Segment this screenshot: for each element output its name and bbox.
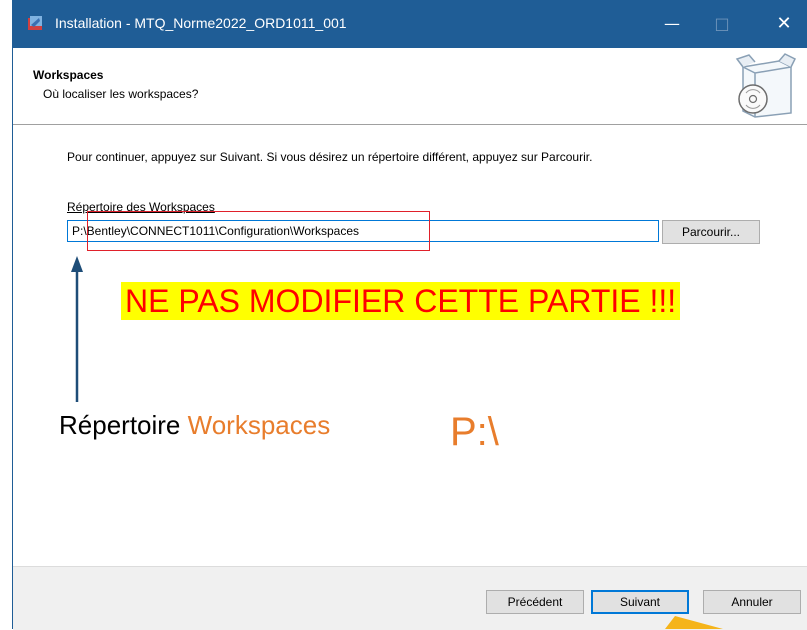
window-title: Installation - MTQ_Norme2022_ORD1011_001 — [55, 15, 347, 31]
annotation-label-highlight: Workspaces — [187, 410, 331, 440]
maximize-button[interactable]: □ — [699, 0, 745, 48]
directory-annotation: Répertoire Workspaces — [59, 410, 330, 441]
page-subtitle: Où localiser les workspaces? — [43, 87, 199, 101]
header-separator — [13, 124, 807, 125]
warning-annotation: NE PAS MODIFIER CETTE PARTIE !!! — [121, 282, 681, 320]
install-box-icon — [735, 53, 797, 118]
app-icon — [28, 16, 42, 30]
highlight-frame — [87, 211, 430, 251]
close-button[interactable]: ✕ — [761, 0, 807, 48]
previous-button[interactable]: Précédent — [486, 590, 584, 614]
title-bar[interactable]: Installation - MTQ_Norme2022_ORD1011_001… — [13, 0, 807, 48]
browse-button[interactable]: Parcourir... — [662, 220, 760, 244]
minimize-button[interactable]: — — [649, 0, 695, 48]
instruction-text: Pour continuer, appuyez sur Suivant. Si … — [67, 150, 593, 164]
next-button[interactable]: Suivant — [591, 590, 689, 614]
annotation-label-prefix: Répertoire — [59, 410, 181, 440]
drive-annotation: P:\ — [450, 410, 499, 454]
page-title: Workspaces — [33, 68, 104, 82]
wizard-header: Workspaces Où localiser les workspaces? — [13, 48, 807, 124]
cancel-button[interactable]: Annuler — [703, 590, 801, 614]
installer-window: Installation - MTQ_Norme2022_ORD1011_001… — [12, 0, 807, 630]
pointer-arrow-icon — [665, 616, 723, 629]
arrow-up-icon — [71, 256, 83, 402]
